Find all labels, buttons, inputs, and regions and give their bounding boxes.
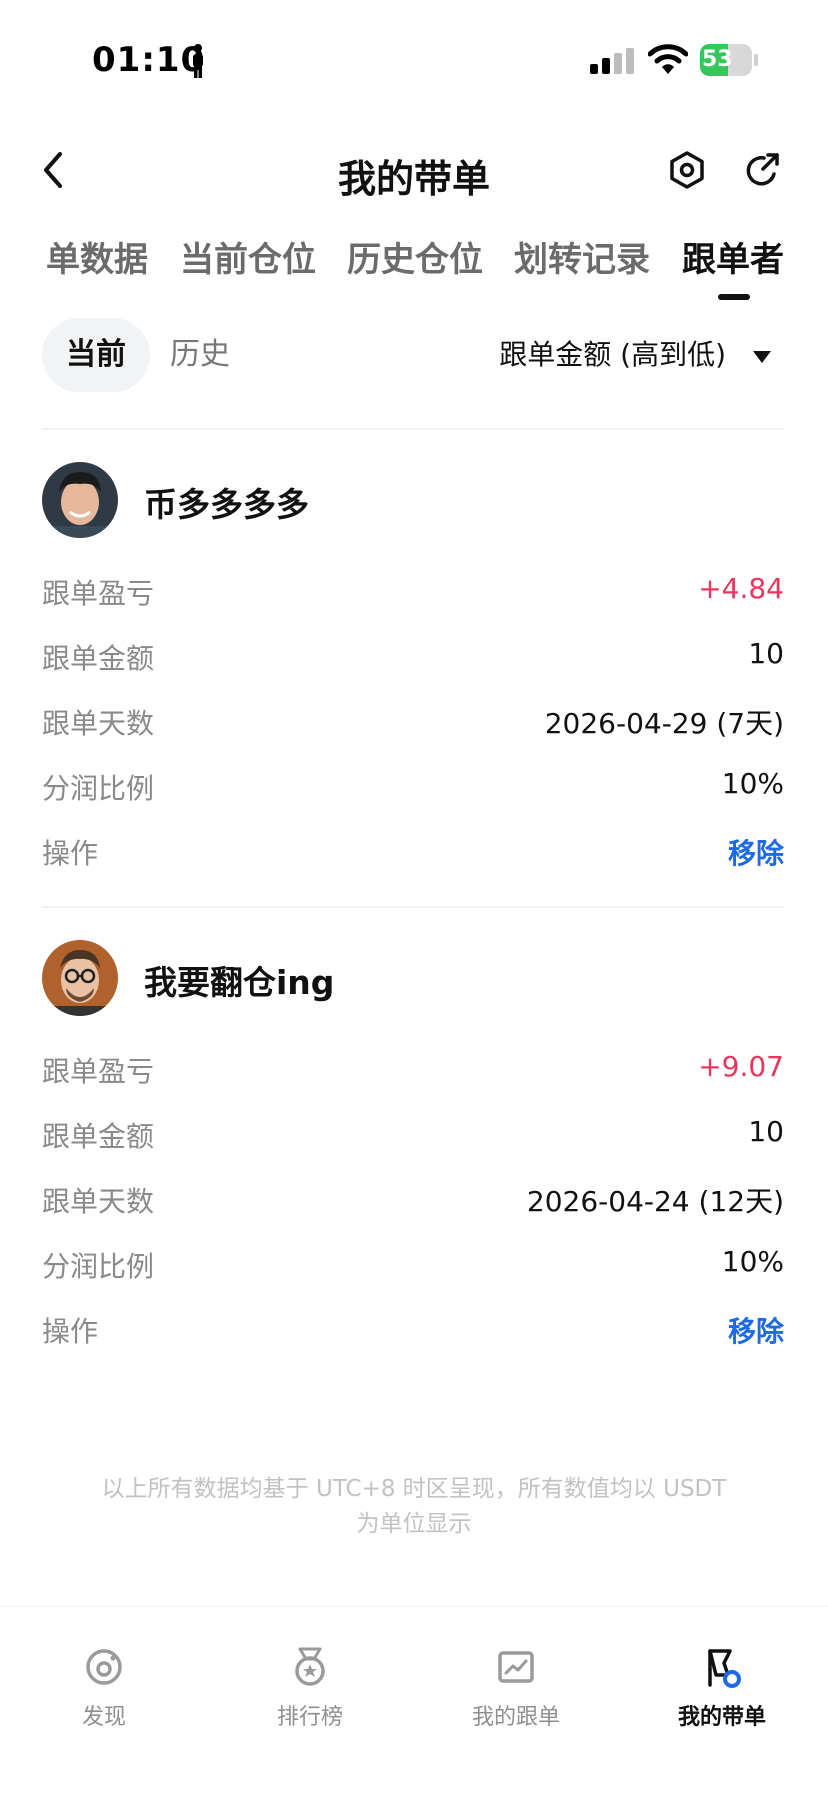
follower-card: 币多多多多 跟单盈亏 +4.84 跟单金额 10 跟单天数 2026-04-29… xyxy=(0,462,828,882)
divider xyxy=(42,428,784,430)
remove-button[interactable]: 移除 xyxy=(728,1310,784,1350)
pnl-label: 跟单盈亏 xyxy=(42,1055,155,1088)
tab-data[interactable]: 单数据 xyxy=(46,232,148,281)
bottom-nav-label: 发现 xyxy=(81,1705,126,1730)
filter-history[interactable]: 历史 xyxy=(170,318,230,392)
tab-current-positions[interactable]: 当前仓位 xyxy=(180,232,316,281)
pnl-label: 跟单盈亏 xyxy=(42,577,155,610)
bottom-nav: 发现 排行榜 我的跟单 我的带单 xyxy=(0,1606,828,1796)
wifi-icon xyxy=(648,44,688,74)
remove-button[interactable]: 移除 xyxy=(728,832,784,872)
sort-dropdown[interactable]: 跟单金额 (高到低) xyxy=(499,318,726,392)
share-icon[interactable] xyxy=(744,150,782,190)
tab-active-indicator xyxy=(718,294,750,300)
days-value: 2026-04-29 (7天) xyxy=(544,707,784,740)
bottom-nav-my-copy[interactable]: 我的跟单 xyxy=(436,1637,596,1757)
pnl-value: +9.07 xyxy=(698,1050,784,1083)
bottom-nav-label: 我的带单 xyxy=(677,1705,766,1730)
pnl-value: +4.84 xyxy=(698,572,784,605)
bottom-nav-discover[interactable]: 发现 xyxy=(24,1637,184,1757)
follower-name: 币多多多多 xyxy=(144,485,309,524)
action-label: 操作 xyxy=(42,837,99,870)
status-bar: 01:10 53 xyxy=(0,0,828,120)
ranking-medal-icon xyxy=(295,1647,325,1686)
amount-value: 10 xyxy=(748,1115,784,1148)
profit-share-label: 分润比例 xyxy=(42,1250,155,1283)
amount-label: 跟单金额 xyxy=(42,642,155,675)
caret-down-icon[interactable] xyxy=(752,350,772,364)
my-copy-chart-icon xyxy=(498,1651,534,1683)
discover-icon xyxy=(86,1649,122,1685)
nav-bar: 我的带单 xyxy=(0,130,828,210)
tab-transfer-records[interactable]: 划转记录 xyxy=(514,232,650,281)
tab-bar: 单数据 当前仓位 历史仓位 划转记录 跟单者 xyxy=(0,232,828,302)
avatar xyxy=(42,940,118,1016)
avatar xyxy=(42,462,118,538)
days-label: 跟单天数 xyxy=(42,707,155,740)
my-lead-flag-icon xyxy=(708,1649,741,1688)
bottom-nav-ranking[interactable]: 排行榜 xyxy=(230,1637,390,1757)
bottom-nav-label: 我的跟单 xyxy=(471,1705,560,1730)
battery-indicator: 53 xyxy=(700,44,758,76)
filter-current[interactable]: 当前 xyxy=(42,318,150,392)
follower-card: 我要翻仓ing 跟单盈亏 +9.07 跟单金额 10 跟单天数 2026-04-… xyxy=(0,940,828,1360)
profit-share-value: 10% xyxy=(721,1245,784,1278)
amount-value: 10 xyxy=(748,637,784,670)
tab-history-positions[interactable]: 历史仓位 xyxy=(347,232,483,281)
days-value: 2026-04-24 (12天) xyxy=(526,1185,784,1218)
profit-share-label: 分润比例 xyxy=(42,772,155,805)
bottom-nav-my-lead[interactable]: 我的带单 xyxy=(642,1637,802,1757)
person-activity-icon xyxy=(193,44,203,78)
action-label: 操作 xyxy=(42,1315,99,1348)
days-label: 跟单天数 xyxy=(42,1185,155,1218)
follower-name: 我要翻仓ing xyxy=(144,963,335,1002)
battery-percent: 53 xyxy=(702,47,733,72)
divider xyxy=(42,906,784,908)
settings-hexagon-icon[interactable] xyxy=(668,150,706,190)
amount-label: 跟单金额 xyxy=(42,1120,155,1153)
profit-share-value: 10% xyxy=(721,767,784,800)
signal-icon xyxy=(590,48,634,74)
tab-followers[interactable]: 跟单者 xyxy=(682,232,784,281)
footnote: 以上所有数据均基于 UTC+8 时区呈现，所有数值均以 USDT 为单位显示 xyxy=(101,1476,727,1537)
bottom-nav-label: 排行榜 xyxy=(276,1705,343,1730)
